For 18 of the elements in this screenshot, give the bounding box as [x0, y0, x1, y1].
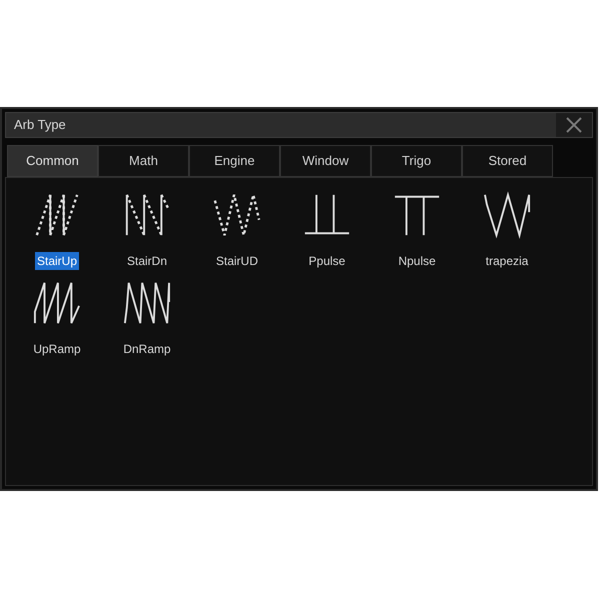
tab[interactable]: Math — [98, 145, 189, 177]
dialog-title: Arb Type — [13, 116, 66, 134]
waveform-label[interactable]: Npulse — [396, 252, 438, 270]
waveform-label[interactable]: StairDn — [124, 252, 169, 270]
close-icon — [566, 117, 582, 133]
tab[interactable]: Stored — [462, 145, 553, 177]
tab[interactable]: Engine — [189, 145, 280, 177]
tab[interactable]: Window — [280, 145, 371, 177]
waveform-label[interactable]: StairUp — [34, 252, 79, 270]
waveform-label[interactable]: Ppulse — [306, 252, 348, 270]
waveform-label[interactable]: StairUD — [214, 252, 260, 270]
waveform-label[interactable]: DnRamp — [121, 340, 173, 358]
waveform-label[interactable]: UpRamp — [31, 340, 83, 358]
waveform-icon[interactable] — [483, 190, 531, 240]
tab[interactable]: Trigo — [371, 145, 462, 177]
close-button[interactable] — [556, 113, 592, 137]
tab[interactable]: Common — [7, 145, 98, 177]
waveform-label[interactable]: trapezia — [484, 252, 530, 270]
